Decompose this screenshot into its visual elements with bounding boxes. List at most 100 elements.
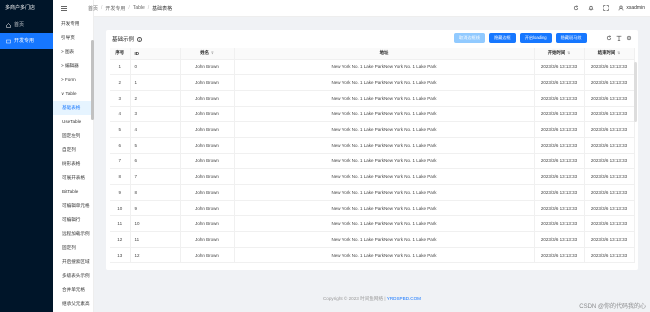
table-row[interactable]: 9 8 John Brown New York No. 1 Lake ParkNew … [110,184,635,201]
table-row[interactable]: 6 5 John Brown New York No. 1 Lake ParkNew … [110,137,635,154]
sidebar-menu-item[interactable]: BitTable [53,185,93,199]
table-cell: 2023/3/6 13:13:33 [534,74,585,91]
sidebar-menu-item[interactable]: 多级表头示例 [53,269,93,283]
table-row[interactable]: 13 12 John Brown New York No. 1 Lake ParkNe… [110,247,635,264]
table-row[interactable]: 2 1 John Brown New York No. 1 Lake ParkNew … [110,74,635,91]
settings-icon[interactable] [626,35,632,41]
user-menu[interactable]: xsadmin [618,5,645,11]
sidebar-menu-item[interactable]: 树形表格 [53,157,93,171]
table-cell: New York No. 1 Lake ParkNew York No. 1 L… [234,247,535,264]
col-header-end[interactable]: 结束时间 ⇅ [584,48,635,60]
table-cell: 2023/3/6 13:13:33 [534,168,585,185]
sidebar-menu-item[interactable]: 远程加载示例 [53,227,93,241]
refresh-icon[interactable] [573,5,579,11]
breadcrumb-item[interactable]: 首页 [88,5,98,12]
table-cell: New York No. 1 Lake ParkNew York No. 1 L… [234,231,535,248]
sidebar-menu-item[interactable]: 固定列 [53,241,93,255]
sidebar-menu-item[interactable]: 开发专用 [53,17,93,31]
table-cell: 8 [130,184,181,201]
table-cell: 10 [130,215,181,233]
hide-stripe-button[interactable]: 隐藏斑马纹 [555,33,587,43]
dev-icon [6,39,11,43]
table-cell: 0 [130,59,181,76]
table-cell: John Brown [180,168,235,185]
bell-icon[interactable] [588,5,594,11]
sidebar-menu-item[interactable]: 可编辑单元格 [53,199,93,213]
sidebar-menu-item[interactable]: > Form [53,73,93,87]
table-row[interactable]: 10 9 John Brown New York No. 1 Lake ParkNew… [110,200,635,217]
secondary-menu: 开发专用 引导页 > 图表 > 编辑器 > Form ∨ Table 基础表格 UseTabl… [53,17,93,311]
sort-icon[interactable]: ⇅ [617,51,620,55]
sidebar-menu-item[interactable]: ∨ Table [53,87,93,101]
sort-icon[interactable]: ⇅ [567,51,570,55]
table-cell: New York No. 1 Lake ParkNew York No. 1 L… [234,121,535,138]
sidebar-menu-item[interactable]: 固定左列 [53,129,93,143]
sidebar-menu-item[interactable]: 开启搜索区域 [53,255,93,269]
table-row[interactable]: 7 6 John Brown New York No. 1 Lake ParkNew … [110,153,635,170]
sidebar-menu-item[interactable]: > 编辑器 [53,59,93,73]
col-header-name[interactable]: 姓名 ⊽ [180,48,235,60]
table-cell: 1 [110,59,131,76]
footer: Copyright © 2023 时间鱼网络 | YRDSPBD.COM [106,296,638,302]
user-icon [618,5,624,11]
sidebar-menu-item[interactable]: 自定列 [53,143,93,157]
table-cell: 2 [110,74,131,91]
table-cell: 8 [110,168,131,185]
table-cell: John Brown [180,231,235,248]
breadcrumb-item[interactable]: 开发专用 [105,5,125,12]
table-cell: 4 [110,106,131,123]
table-cell: 13 [110,247,131,264]
nav-item-label: 开发专用 [14,38,35,44]
table-cell: 11 [110,215,131,233]
table-cell: 2023/3/6 13:13:33 [584,74,635,91]
nav-item-home[interactable]: 首页 [0,17,53,33]
table-cell: 2023/3/6 13:13:33 [584,215,635,233]
table-cell: 10 [110,200,131,217]
table-cell: John Brown [180,121,235,138]
nav-item-dev[interactable]: 开发专用 [0,33,53,49]
secondary-sidebar: 开发专用 引导页 > 图表 > 编辑器 > Form ∨ Table 基础表格 UseTabl… [53,0,94,312]
table-card: 基础示例 i 取消边框线 隐藏边框 开启loading 隐藏斑马纹 序号 ID … [106,30,638,270]
table-cell: New York No. 1 Lake ParkNew York No. 1 L… [234,137,535,154]
table-row[interactable]: 12 11 John Brown New York No. 1 Lake ParkNe… [110,231,635,248]
sidebar-menu-item[interactable]: UseTable [53,115,93,129]
sidebar-menu-item[interactable]: 引导页 [53,31,93,45]
table-cell: 2023/3/6 13:13:33 [584,121,635,138]
loading-button[interactable]: 开启loading [519,33,552,43]
sidebar-menu-item[interactable]: 可展开表格 [53,171,93,185]
table-cell: 2023/3/6 13:13:33 [584,90,635,107]
table-scrollbar[interactable] [634,62,637,122]
sidebar-menu-item[interactable]: 合并单元格 [53,283,93,297]
reload-icon[interactable] [606,35,612,41]
table-cell: John Brown [180,74,235,91]
table-cell: John Brown [180,59,235,76]
table-cell: 2023/3/6 13:13:33 [584,106,635,123]
sidebar-menu-item[interactable]: 继承父元素高 [53,297,93,311]
table-cell: 2023/3/6 13:13:33 [534,137,585,154]
breadcrumb-item[interactable]: Table [133,5,145,11]
sidebar-menu-item[interactable]: 基础表格 [53,101,93,115]
toggle-border-button[interactable]: 取消边框线 [454,33,485,43]
fullscreen-icon[interactable] [603,5,610,11]
table-row[interactable]: 1 0 John Brown New York No. 1 Lake ParkNew … [110,59,635,76]
info-icon[interactable]: i [137,36,143,42]
table-row[interactable]: 5 4 John Brown New York No. 1 Lake ParkNew … [110,121,635,138]
table-row[interactable]: 11 10 John Brown New York No. 1 Lake ParkNe… [110,215,635,233]
density-icon[interactable] [616,35,622,41]
watermark: CSDN @你的代码我的心 [579,304,646,310]
hide-border-button[interactable]: 隐藏边框 [488,33,516,43]
sidebar-scrollbar[interactable] [91,40,94,120]
col-header-start[interactable]: 开始时间 ⇅ [534,48,585,60]
footer-link[interactable]: YRDSPBD.COM [387,296,421,301]
menu-toggle-icon[interactable] [61,6,67,11]
table-row[interactable]: 8 7 John Brown New York No. 1 Lake ParkNew … [110,168,635,185]
sidebar-menu-item[interactable]: 可编辑行 [53,213,93,227]
table-cell: New York No. 1 Lake ParkNew York No. 1 L… [234,184,535,201]
table-cell: 3 [130,106,181,123]
sidebar-menu-item[interactable]: > 图表 [53,45,93,59]
table-row[interactable]: 4 3 John Brown New York No. 1 Lake ParkNew … [110,106,635,123]
table-cell: New York No. 1 Lake ParkNew York No. 1 L… [234,153,535,170]
table-cell: New York No. 1 Lake ParkNew York No. 1 L… [234,90,535,107]
table-row[interactable]: 3 2 John Brown New York No. 1 Lake ParkNew … [110,90,635,107]
filter-icon[interactable]: ⊽ [211,51,214,55]
